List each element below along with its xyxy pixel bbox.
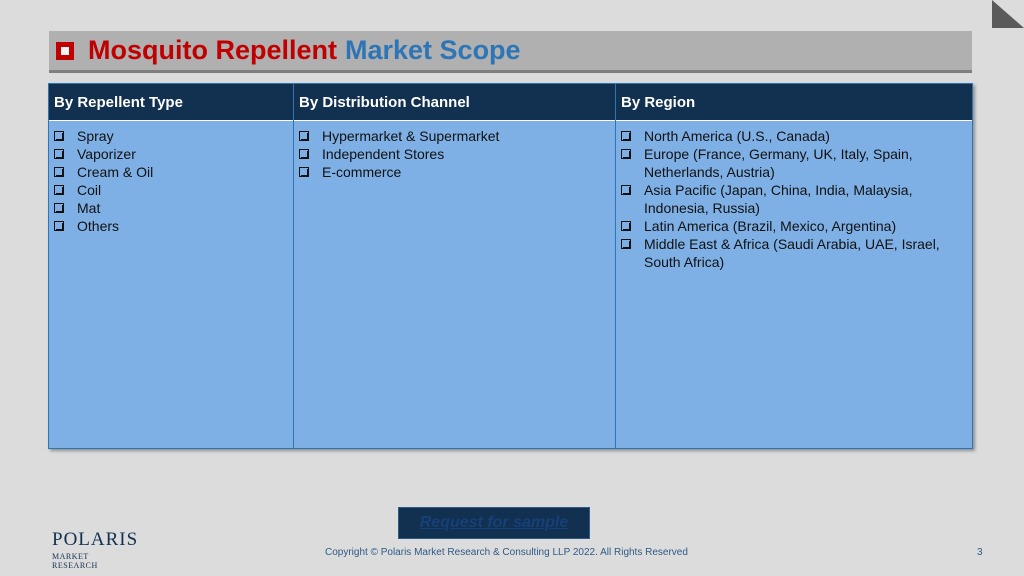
list-item-label: Independent Stores [322, 146, 445, 162]
column-region: By Region North America (U.S., Canada) E… [616, 84, 972, 448]
checkbox-bullet-icon [621, 239, 631, 249]
logo-main-text: POLARIS [52, 529, 139, 550]
checkbox-bullet-icon [299, 149, 309, 159]
column-body: North America (U.S., Canada) Europe (Fra… [616, 121, 972, 448]
checkbox-bullet-icon [54, 203, 64, 213]
list-item: Hypermarket & Supermarket [298, 127, 611, 145]
list-item-label: Coil [77, 182, 102, 198]
list-item: Middle East & Africa (Saudi Arabia, UAE,… [620, 235, 968, 271]
title-secondary: Market Scope [345, 35, 521, 65]
checkbox-bullet-icon [621, 221, 631, 231]
list-item: Spray [53, 127, 289, 145]
column-body: Hypermarket & Supermarket Independent St… [294, 121, 615, 448]
checkbox-bullet-icon [56, 41, 74, 60]
checkbox-bullet-icon [54, 185, 64, 195]
column-header: By Repellent Type [49, 84, 293, 121]
list-item: Cream & Oil [53, 163, 289, 181]
list-item-label: North America (U.S., Canada) [644, 128, 830, 144]
list-item: Latin America (Brazil, Mexico, Argentina… [620, 217, 968, 235]
checkbox-bullet-icon [54, 131, 64, 141]
market-scope-table: By Repellent Type Spray Vaporizer Cream … [48, 83, 973, 449]
polaris-logo: POLARIS MARKET RESEARCH [52, 529, 139, 570]
checkbox-bullet-icon [621, 131, 631, 141]
column-body: Spray Vaporizer Cream & Oil Coil Mat Oth… [49, 121, 293, 448]
list-item-label: Mat [77, 200, 101, 216]
list-item-label: Others [77, 218, 120, 234]
list-item: North America (U.S., Canada) [620, 127, 968, 145]
column-header: By Region [616, 84, 972, 121]
list-item: Others [53, 217, 289, 235]
list-item-label: E-commerce [322, 164, 402, 180]
list-item-label: Hypermarket & Supermarket [322, 128, 500, 144]
column-repellent-type: By Repellent Type Spray Vaporizer Cream … [49, 84, 294, 448]
list-item-label: Cream & Oil [77, 164, 154, 180]
column-header: By Distribution Channel [294, 84, 615, 121]
list-item: Mat [53, 199, 289, 217]
list-item: Independent Stores [298, 145, 611, 163]
checkbox-bullet-icon [299, 131, 309, 141]
list-item: Asia Pacific (Japan, China, India, Malay… [620, 181, 968, 217]
list-item-label: Asia Pacific (Japan, China, India, Malay… [644, 182, 913, 216]
column-distribution-channel: By Distribution Channel Hypermarket & Su… [294, 84, 616, 448]
list-item-label: Spray [77, 128, 114, 144]
list-item: Vaporizer [53, 145, 289, 163]
checkbox-bullet-icon [54, 149, 64, 159]
title-bar: Mosquito Repellent Market Scope [49, 31, 972, 73]
list-item: Europe (France, Germany, UK, Italy, Spai… [620, 145, 968, 181]
page-number: 3 [977, 547, 983, 558]
list-item: Coil [53, 181, 289, 199]
page-corner-fold-icon [992, 0, 1024, 28]
checkbox-bullet-icon [54, 167, 64, 177]
checkbox-bullet-icon [621, 185, 631, 195]
list-item: E-commerce [298, 163, 611, 181]
request-sample-button[interactable]: Request for sample [398, 507, 590, 539]
checkbox-bullet-icon [299, 167, 309, 177]
list-item-label: Vaporizer [77, 146, 136, 162]
checkbox-bullet-icon [54, 221, 64, 231]
list-item-label: Middle East & Africa (Saudi Arabia, UAE,… [644, 236, 940, 270]
list-item-label: Latin America (Brazil, Mexico, Argentina… [644, 218, 897, 234]
list-item-label: Europe (France, Germany, UK, Italy, Spai… [644, 146, 913, 180]
checkbox-bullet-icon [621, 149, 631, 159]
copyright-text: Copyright © Polaris Market Research & Co… [325, 547, 688, 558]
title-primary: Mosquito Repellent [88, 35, 337, 65]
logo-sub-text: MARKET RESEARCH [52, 552, 98, 570]
